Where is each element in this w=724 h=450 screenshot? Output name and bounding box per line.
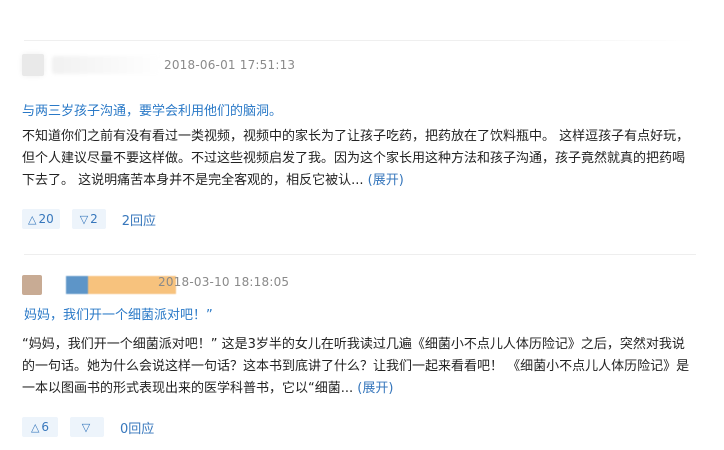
avatar[interactable] xyxy=(22,54,44,76)
top-divider xyxy=(24,40,696,41)
expand-link[interactable]: (展开) xyxy=(368,173,404,188)
review-item: 2018-06-01 17:51:13 与两三岁孩子沟通，要学会利用他们的脑洞。… xyxy=(22,48,702,229)
downvote-button[interactable]: ▽ xyxy=(70,417,104,437)
review-meta: 2018-06-01 17:51:13 xyxy=(22,48,702,82)
triangle-up-icon: △ xyxy=(28,212,37,226)
upvote-button[interactable]: △ 6 xyxy=(22,417,58,437)
review-body: “妈妈，我们开一个细菌派对吧！” 这是3岁半的女儿在听我读过几遍《细菌小不点儿人… xyxy=(22,334,692,400)
reply-link[interactable]: 0回应 xyxy=(120,418,154,437)
review-title-link[interactable]: 妈妈，我们开一个细菌派对吧！” xyxy=(24,304,213,323)
triangle-up-icon: △ xyxy=(30,420,40,434)
upvote-count: 6 xyxy=(41,420,50,434)
upvote-count: 20 xyxy=(38,212,54,226)
review-date: 2018-06-01 17:51:13 xyxy=(164,58,296,72)
downvote-count: 2 xyxy=(90,212,98,226)
reply-link[interactable]: 2回应 xyxy=(122,210,156,229)
review-title-link[interactable]: 与两三岁孩子沟通，要学会利用他们的脑洞。 xyxy=(22,100,282,119)
reviews-page: 2018-06-01 17:51:13 与两三岁孩子沟通，要学会利用他们的脑洞。… xyxy=(0,0,724,450)
review-body: 不知道你们之前有没有看过一类视频，视频中的家长为了让孩子吃药，把药放在了饮料瓶中… xyxy=(22,126,692,192)
triangle-down-icon: ▽ xyxy=(79,212,89,226)
review-actions: △ 20 ▽ 2 2回应 xyxy=(22,208,156,230)
review-date: 2018-03-10 18:18:05 xyxy=(158,275,290,289)
review-body-text: “妈妈，我们开一个细菌派对吧！” 这是3岁半的女儿在听我读过几遍《细菌小不点儿人… xyxy=(22,337,690,396)
triangle-down-icon: ▽ xyxy=(81,420,91,434)
review-divider xyxy=(24,254,696,255)
review-item: 2018-03-10 18:18:05 妈妈，我们开一个细菌派对吧！” “妈妈，… xyxy=(22,268,702,437)
review-meta: 2018-03-10 18:18:05 xyxy=(22,268,702,302)
downvote-button[interactable]: ▽ 2 xyxy=(71,209,106,229)
username-redacted xyxy=(52,56,162,74)
avatar[interactable] xyxy=(22,275,42,295)
review-actions: △ 6 ▽ 0回应 xyxy=(22,416,154,438)
expand-link[interactable]: (展开) xyxy=(357,381,393,396)
review-body-text: 不知道你们之前有没有看过一类视频，视频中的家长为了让孩子吃药，把药放在了饮料瓶中… xyxy=(22,129,690,188)
upvote-button[interactable]: △ 20 xyxy=(22,209,60,229)
